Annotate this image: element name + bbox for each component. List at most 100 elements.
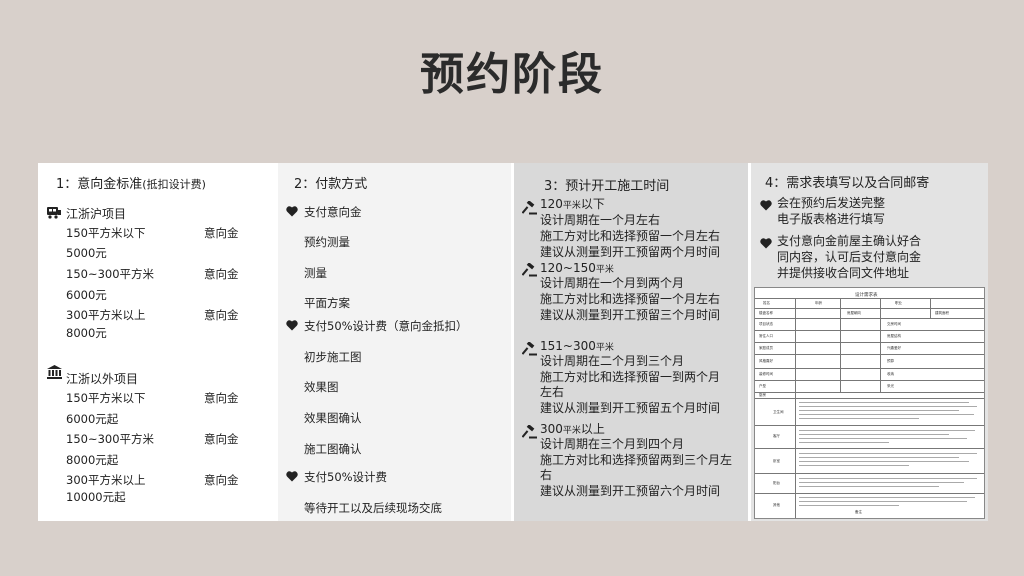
deposit-label: 意向金 — [204, 226, 239, 240]
deposit-label: 意向金 — [204, 432, 239, 446]
deposit-amount: 8000元 — [66, 326, 107, 340]
deposit-amount: 6000元 — [66, 288, 107, 302]
process-item: 等待开工以及后续现场交底 — [304, 501, 442, 515]
note-line: 电子版表格进行填写 — [777, 212, 886, 226]
column-header: 3：预计开工施工时间 — [544, 179, 670, 194]
deposit-amount: 5000元 — [66, 246, 107, 260]
heart-icon — [286, 320, 298, 331]
schedule-line: 建议从测量到开工预留两个月时间 — [540, 245, 721, 259]
column-schedule: 3：预计开工施工时间 120平米以下 设计周期在一个月左右 施工方对比和选择预留… — [514, 163, 748, 521]
process-item: 初步施工图 — [304, 350, 362, 364]
note-line: 并提供接收合同文件地址 — [777, 266, 910, 280]
schedule-line: 施工方对比和选择预留一个月左右 — [540, 229, 721, 243]
form-cell: 预算 — [887, 359, 894, 363]
schedule-range: 120平米以下 — [540, 197, 605, 215]
process-item: 预约测量 — [304, 235, 350, 249]
form-cell: 楼盘名称 — [759, 311, 773, 315]
form-cell: 交房时间 — [887, 322, 901, 326]
schedule-line: 建议从测量到开工预留六个月时间 — [540, 484, 721, 498]
payment-step: 支付意向金 — [304, 205, 362, 219]
form-cell: 职业 — [895, 301, 902, 305]
column-payment-method: 2：付款方式 支付意向金 预约测量 测量 平面方案 支付50%设计费（意向金抵扣… — [278, 163, 511, 521]
header-note: (抵扣设计费) — [142, 178, 206, 191]
column-header: 2：付款方式 — [294, 177, 368, 192]
column-header: 1：意向金标准(抵扣设计费) — [56, 173, 206, 192]
train-icon — [47, 207, 61, 219]
process-item: 施工图确认 — [304, 442, 362, 456]
form-cell: 采光 — [887, 384, 894, 388]
range-suffix: 以下 — [580, 197, 605, 211]
form-cell: 备注 — [855, 510, 862, 514]
range-value: 120 — [540, 197, 563, 211]
deposit-label: 意向金 — [204, 391, 239, 405]
heart-icon — [760, 200, 772, 211]
form-cell: 兴趣爱好 — [887, 346, 901, 350]
heart-icon — [760, 238, 772, 249]
range-value: 151~300 — [540, 339, 596, 353]
form-cell: 装修时间 — [759, 372, 773, 376]
requirement-form-image: 设计需求表 姓名 年龄 职业 楼盘名称 房屋朝向 建筑面积 项目状态 交房时间 … — [754, 287, 985, 519]
range-unit: 平米 — [562, 426, 581, 436]
heart-icon — [286, 471, 298, 482]
page-title: 预约阶段 — [420, 49, 604, 100]
column-deposit-standard: 1：意向金标准(抵扣设计费) 江浙沪项目 150平方米以下 意向金 5000元 … — [38, 163, 274, 521]
schedule-line: 建议从测量到开工预留三个月时间 — [540, 308, 721, 322]
schedule-line: 设计周期在二个月到三个月 — [540, 354, 685, 368]
deposit-amount: 10000元起 — [66, 490, 126, 504]
form-cell: 风格喜好 — [759, 359, 773, 363]
form-cell: 常住人口 — [759, 334, 773, 338]
content-panel: 1：意向金标准(抵扣设计费) 江浙沪项目 150平方米以下 意向金 5000元 … — [38, 163, 988, 521]
deposit-amount: 8000元起 — [66, 453, 119, 467]
payment-step: 支付50%设计费（意向金抵扣） — [304, 319, 468, 333]
column-requirements: 4：需求表填写以及合同邮寄 会在预约后发送完整 电子版表格进行填写 支付意向金前… — [751, 163, 988, 521]
header-text: 1：意向金标准 — [56, 177, 143, 192]
area-label: 150~300平方米 — [66, 267, 155, 281]
column-header: 4：需求表填写以及合同邮寄 — [765, 176, 930, 191]
form-cell: 其他 — [773, 503, 780, 507]
form-cell: 房屋朝向 — [847, 311, 861, 315]
range-unit: 平米 — [562, 201, 581, 211]
form-cell: 卧室 — [773, 459, 780, 463]
form-cell: 家庭成员 — [759, 346, 773, 350]
area-label: 150平方米以下 — [66, 226, 146, 240]
area-label: 150平方米以下 — [66, 391, 146, 405]
form-cell: 卫生间 — [773, 410, 784, 414]
group-name: 江浙以外项目 — [66, 372, 139, 386]
form-cell: 收纳 — [887, 372, 894, 376]
heart-icon — [286, 206, 298, 217]
area-label: 300平方米以上 — [66, 308, 146, 322]
schedule-line: 左右 — [540, 385, 565, 399]
schedule-line: 右 — [540, 468, 553, 482]
range-unit: 平米 — [595, 265, 614, 275]
form-cell: 厨房 — [759, 393, 766, 397]
form-cell: 姓名 — [763, 301, 770, 305]
process-item: 效果图 — [304, 380, 339, 394]
bank-icon — [47, 365, 62, 379]
deposit-label: 意向金 — [204, 308, 239, 322]
process-item: 平面方案 — [304, 296, 350, 310]
form-cell: 户型 — [759, 384, 766, 388]
deposit-label: 意向金 — [204, 473, 239, 487]
range-value: 300 — [540, 422, 563, 436]
range-unit: 平米 — [595, 343, 614, 353]
payment-step: 支付50%设计费 — [304, 470, 388, 484]
range-value: 120~150 — [540, 261, 596, 275]
gavel-icon — [522, 201, 537, 215]
note-line: 会在预约后发送完整 — [777, 196, 886, 210]
area-label: 150~300平方米 — [66, 432, 155, 446]
deposit-label: 意向金 — [204, 267, 239, 281]
schedule-line: 施工方对比和选择预留一个月左右 — [540, 292, 721, 306]
gavel-icon — [522, 425, 537, 439]
range-suffix: 以上 — [580, 422, 605, 436]
schedule-line: 施工方对比和选择预留两到三个月左 — [540, 453, 733, 467]
form-cell: 阳台 — [773, 481, 780, 485]
form-cell: 客厅 — [773, 434, 780, 438]
form-cell: 年龄 — [815, 301, 822, 305]
schedule-line: 设计周期在一个月左右 — [540, 213, 661, 227]
process-item: 测量 — [304, 266, 327, 280]
schedule-line: 设计周期在一个月到两个月 — [540, 276, 685, 290]
form-cell: 项目状态 — [759, 322, 773, 326]
note-line: 支付意向金前屋主确认好合 — [777, 234, 922, 248]
form-cell: 建筑面积 — [935, 311, 949, 315]
note-line: 同内容，认可后支付意向金 — [777, 250, 922, 264]
